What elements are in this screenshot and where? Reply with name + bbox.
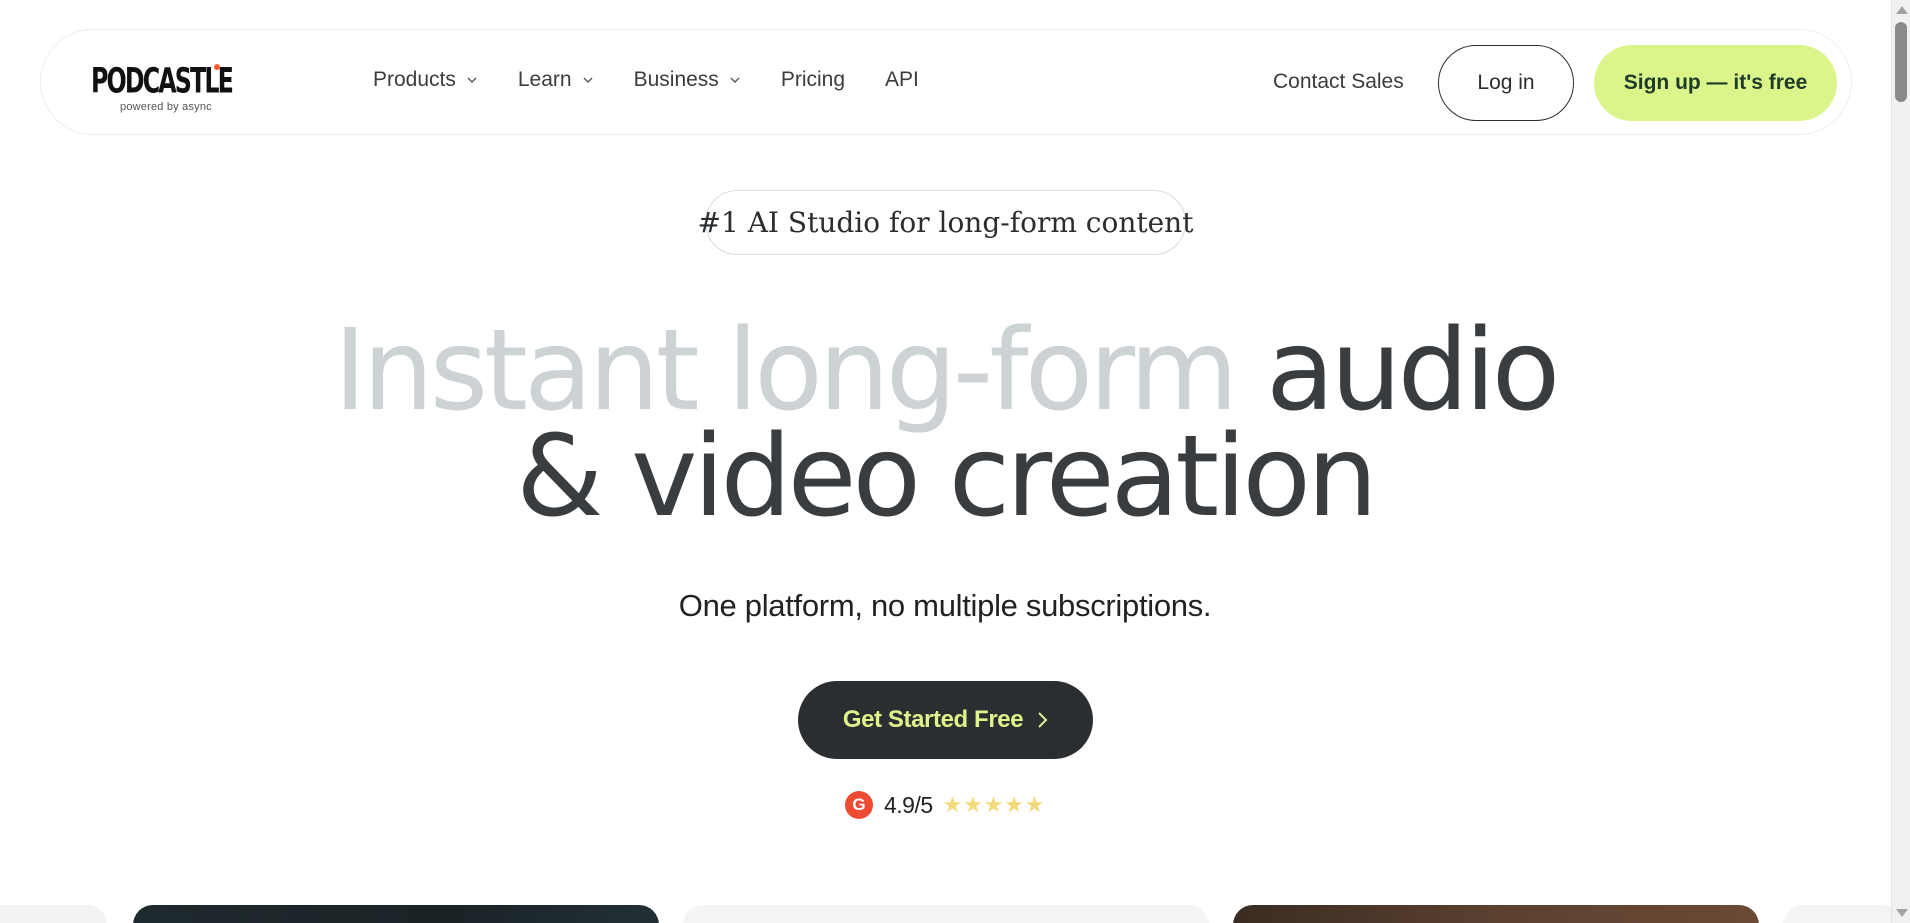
nav-item-label: Business [633, 68, 719, 91]
headline-line-1: Instant long-form audio [0, 315, 1890, 427]
chevron-down-icon [730, 77, 740, 83]
top-navigation: PODCASTLE powered by async Products Lear… [40, 29, 1852, 135]
star-icon: ★ [963, 792, 983, 817]
g2-logo-icon: G [845, 791, 873, 819]
media-card[interactable] [1233, 905, 1759, 923]
nav-item-label: Learn [517, 68, 572, 91]
headline-line-2: & video creation [516, 412, 1378, 542]
media-card[interactable] [683, 905, 1209, 923]
scroll-down-arrow-icon[interactable] [1896, 909, 1908, 917]
get-started-button[interactable]: Get Started Free [798, 681, 1093, 759]
rating-row: G 4.9/5 ★ ★ ★ ★ ★ [845, 791, 1045, 819]
scrollbar-thumb[interactable] [1895, 22, 1907, 102]
star-icon: ★ [1004, 792, 1024, 817]
media-card[interactable] [0, 905, 107, 923]
nav-item-label: API [885, 68, 919, 91]
nav-item-api[interactable]: API [885, 68, 919, 92]
nav-item-label: Pricing [780, 68, 846, 91]
nav-item-pricing[interactable]: Pricing [781, 68, 845, 92]
scroll-up-arrow-icon[interactable] [1896, 6, 1908, 14]
media-card[interactable] [133, 905, 659, 923]
nav-item-business[interactable]: Business [634, 68, 741, 92]
logo-wordmark: PODCASTLE [91, 59, 234, 101]
nav-item-learn[interactable]: Learn [518, 68, 594, 92]
hero-headline: Instant long-form audio & video creation [0, 315, 1890, 542]
login-button[interactable]: Log in [1438, 45, 1574, 121]
podcastle-logo[interactable]: PODCASTLE powered by async [91, 59, 287, 113]
nav-item-label: Products [373, 68, 456, 91]
rating-stars: ★ ★ ★ ★ ★ [942, 792, 1046, 817]
signup-button[interactable]: Sign up — it's free [1594, 45, 1837, 121]
star-icon: ★ [1024, 792, 1045, 817]
hero-subline: One platform, no multiple subscriptions. [678, 588, 1212, 623]
star-icon: ★ [942, 792, 963, 817]
hero-badge: #1 AI Studio for long-form content [698, 190, 1193, 255]
nav-links: Products Learn Business Pricing API [373, 68, 959, 92]
logo-tagline: powered by async [120, 101, 212, 113]
rating-score: 4.9/5 [884, 791, 933, 818]
media-card[interactable] [1783, 905, 1903, 923]
chevron-right-icon [1038, 712, 1048, 728]
cta-label: Get Started Free [842, 706, 1024, 733]
star-icon: ★ [983, 792, 1004, 817]
contact-sales-link[interactable]: Contact Sales [1273, 70, 1404, 94]
chevron-down-icon [467, 77, 477, 83]
nav-item-products[interactable]: Products [373, 68, 478, 92]
chevron-down-icon [583, 77, 593, 83]
logo-dot [214, 64, 220, 70]
page-scrollbar[interactable] [1891, 0, 1910, 923]
